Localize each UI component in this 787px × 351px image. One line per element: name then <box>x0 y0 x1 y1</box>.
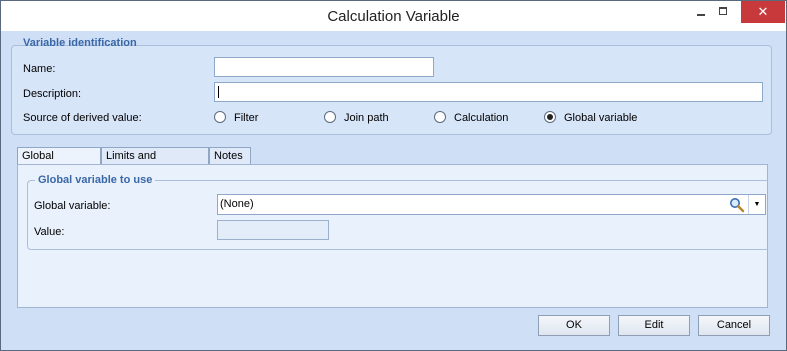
text-caret <box>218 86 219 98</box>
close-icon: ✕ <box>757 5 769 20</box>
name-field[interactable] <box>214 57 434 77</box>
description-field[interactable] <box>214 82 763 102</box>
radio-filter[interactable] <box>214 111 226 123</box>
chevron-down-icon[interactable]: ▼ <box>748 195 765 214</box>
source-label: Source of derived value: <box>23 112 142 124</box>
radio-global-variable-label: Global variable <box>564 112 638 124</box>
description-label: Description: <box>23 88 82 100</box>
magnifier-icon[interactable] <box>729 197 745 213</box>
calculation-variable-dialog: Calculation Variable ✕ Variable identifi… <box>0 0 787 351</box>
title-bar: Calculation Variable ✕ <box>1 1 786 31</box>
maximize-button[interactable] <box>713 1 733 23</box>
ok-button[interactable]: OK <box>538 315 610 336</box>
dialog-content: Variable identification Name: Descriptio… <box>1 31 786 350</box>
radio-global-variable[interactable] <box>544 111 556 123</box>
tab-notes[interactable]: Notes <box>209 147 251 165</box>
value-label: Value: <box>34 226 65 238</box>
minimize-icon <box>697 14 705 16</box>
maximize-icon <box>719 7 727 15</box>
minimize-button[interactable] <box>691 1 711 23</box>
value-field <box>217 220 329 240</box>
global-variable-value: (None) <box>220 198 254 210</box>
edit-button[interactable]: Edit <box>618 315 690 336</box>
variable-identification-title: Variable identification <box>23 37 137 49</box>
global-variable-label: Global variable: <box>34 200 111 212</box>
global-variable-group-title: Global variable to use <box>35 174 156 186</box>
radio-calculation[interactable] <box>434 111 446 123</box>
radio-filter-label: Filter <box>234 112 259 124</box>
radio-calculation-label: Calculation <box>454 112 509 124</box>
tab-limits-and-weighting[interactable]: Limits and Weighting <box>101 147 209 179</box>
global-variable-group <box>27 180 768 250</box>
cancel-button[interactable]: Cancel <box>698 315 770 336</box>
radio-join-path[interactable] <box>324 111 336 123</box>
close-button[interactable]: ✕ <box>741 1 785 23</box>
tab-panel: Global variable to use Global variable: … <box>17 164 768 308</box>
global-variable-select[interactable]: (None) ▼ <box>217 194 766 215</box>
name-label: Name: <box>23 63 56 75</box>
radio-join-path-label: Join path <box>344 112 389 124</box>
window-title: Calculation Variable <box>327 8 460 25</box>
